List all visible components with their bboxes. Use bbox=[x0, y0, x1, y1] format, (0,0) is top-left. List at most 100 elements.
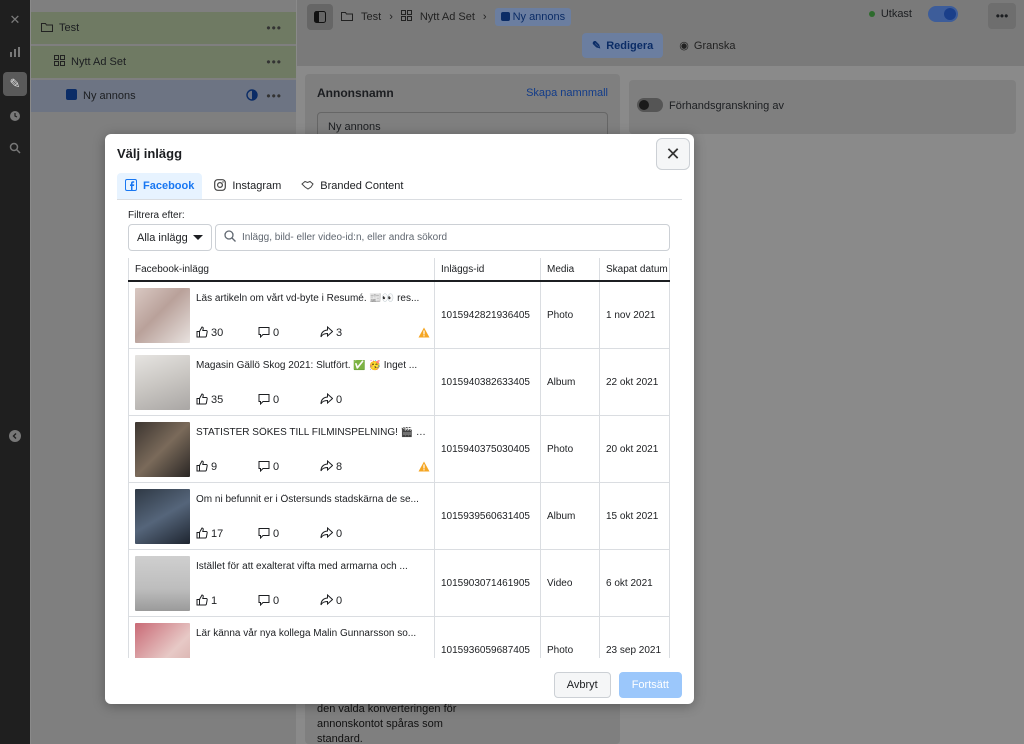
table-row[interactable]: Lär känna vår nya kollega Malin Gunnarss… bbox=[128, 617, 670, 658]
tree-item-adset[interactable]: Nytt Ad Set ••• bbox=[31, 46, 296, 78]
shares-count: 3 bbox=[336, 327, 343, 339]
post-text: Istället för att exalterat vifta med arm… bbox=[196, 560, 408, 572]
likes-count: 1 bbox=[211, 595, 218, 607]
comments-count: 0 bbox=[273, 327, 280, 339]
search-input[interactable] bbox=[242, 232, 642, 243]
left-rail: ✕ ✎ bbox=[0, 0, 30, 744]
breadcrumb-ad[interactable]: Ny annons bbox=[494, 8, 572, 26]
grid-icon bbox=[400, 10, 412, 24]
ad-icon bbox=[500, 12, 510, 21]
post-text: STATISTER SÖKES TILL FILMINSPELNING! 🎬 F… bbox=[196, 426, 428, 438]
post-info: Läs artikeln om vårt vd-byte i Resumé. 📰… bbox=[196, 288, 430, 343]
close-button[interactable]: ✕ bbox=[656, 138, 690, 170]
publish-toggle[interactable] bbox=[928, 6, 958, 22]
comment-icon bbox=[258, 326, 270, 341]
share-icon bbox=[320, 459, 334, 475]
table-header: Facebook-inlägg Inläggs-id Media Skapat … bbox=[128, 258, 670, 282]
eye-icon: ◉ bbox=[679, 40, 689, 52]
preview-toggle-label: Förhandsgranskning av bbox=[669, 100, 784, 112]
facebook-icon bbox=[125, 178, 137, 194]
date-cell: 6 okt 2021 bbox=[600, 550, 670, 616]
breadcrumb-campaign[interactable]: Test bbox=[361, 11, 381, 23]
tab-branded-content[interactable]: Branded Content bbox=[293, 173, 411, 199]
post-text: Magasin Gällö Skog 2021: Slutfört. ✅ 🥳 I… bbox=[196, 359, 418, 371]
status-indicator: Utkast bbox=[868, 6, 958, 22]
status-label: Utkast bbox=[880, 8, 912, 20]
table-row[interactable]: Istället för att exalterat vifta med arm… bbox=[128, 550, 670, 617]
column-header-id[interactable]: Inläggs-id bbox=[435, 258, 541, 280]
warning-icon[interactable] bbox=[418, 461, 430, 475]
date-cell: 23 sep 2021 bbox=[600, 617, 670, 658]
more-icon[interactable]: ••• bbox=[266, 55, 282, 69]
tree-item-campaign[interactable]: Test ••• bbox=[31, 12, 296, 44]
tree-item-label: Test bbox=[59, 22, 80, 34]
tab-facebook[interactable]: Facebook bbox=[117, 173, 203, 199]
dropdown-value: Alla inlägg bbox=[137, 231, 188, 244]
tab-edit[interactable]: ✎ Redigera bbox=[582, 33, 664, 58]
handshake-icon bbox=[301, 180, 314, 193]
tab-facebook-label: Facebook bbox=[143, 180, 195, 192]
tree-item-label: Ny annons bbox=[83, 90, 136, 102]
table-row[interactable]: Magasin Gällö Skog 2021: Slutfört. ✅ 🥳 I… bbox=[128, 349, 670, 416]
table-row[interactable]: Om ni befunnit er i Östersunds stadskärn… bbox=[128, 483, 670, 550]
warning-icon[interactable] bbox=[418, 327, 430, 341]
search-icon[interactable] bbox=[3, 136, 27, 160]
comments-count: 0 bbox=[273, 528, 280, 540]
post-id-cell: 1015936059687405 bbox=[435, 617, 541, 658]
more-icon[interactable]: ••• bbox=[266, 21, 282, 35]
close-icon[interactable]: ✕ bbox=[3, 8, 27, 32]
table-row[interactable]: STATISTER SÖKES TILL FILMINSPELNING! 🎬 F… bbox=[128, 416, 670, 483]
comments-metric: 0 bbox=[258, 326, 320, 341]
clock-icon[interactable] bbox=[3, 104, 27, 128]
post-info: Om ni befunnit er i Östersunds stadskärn… bbox=[196, 489, 428, 544]
search-icon bbox=[224, 230, 236, 245]
tab-review[interactable]: ◉ Granska bbox=[669, 33, 745, 58]
preview-card: Förhandsgranskning av bbox=[629, 80, 1016, 134]
likes-count: 17 bbox=[211, 528, 224, 540]
comment-icon bbox=[258, 393, 270, 408]
pencil-icon[interactable]: ✎ bbox=[3, 72, 27, 96]
likes-metric: 1 bbox=[196, 593, 258, 609]
table-row[interactable]: Läs artikeln om vårt vd-byte i Resumé. 📰… bbox=[128, 282, 670, 349]
chevron-left-icon[interactable] bbox=[3, 424, 27, 448]
folder-icon bbox=[341, 11, 353, 24]
panel-toggle-icon[interactable] bbox=[307, 4, 333, 30]
pencil-icon: ✎ bbox=[592, 40, 602, 52]
column-header-date[interactable]: Skapat datum bbox=[600, 258, 670, 280]
post-cell: Magasin Gällö Skog 2021: Slutfört. ✅ 🥳 I… bbox=[128, 349, 435, 415]
comments-metric: 0 bbox=[258, 594, 320, 609]
post-filter-dropdown[interactable]: Alla inlägg bbox=[128, 224, 212, 251]
post-text: Om ni befunnit er i Östersunds stadskärn… bbox=[196, 493, 419, 505]
cancel-button[interactable]: Avbryt bbox=[553, 672, 611, 698]
post-search bbox=[215, 224, 670, 251]
shares-count: 0 bbox=[336, 394, 343, 406]
comments-metric: 0 bbox=[258, 527, 320, 542]
media-cell: Photo bbox=[541, 416, 600, 482]
breadcrumb-adset[interactable]: Nytt Ad Set bbox=[420, 11, 475, 23]
create-name-template-link[interactable]: Skapa namnmall bbox=[526, 87, 608, 99]
shares-metric: 0 bbox=[320, 593, 382, 609]
more-options-button[interactable]: ••• bbox=[988, 3, 1016, 29]
column-header-post[interactable]: Facebook-inlägg bbox=[128, 258, 435, 280]
column-header-media[interactable]: Media bbox=[541, 258, 600, 280]
tree-item-ad[interactable]: Ny annons ••• bbox=[31, 80, 296, 112]
tab-review-label: Granska bbox=[693, 39, 736, 52]
breadcrumb-ad-label: Ny annons bbox=[512, 11, 566, 23]
tab-instagram-label: Instagram bbox=[232, 180, 282, 192]
post-id-cell: 1015940382633405 bbox=[435, 349, 541, 415]
bar-chart-icon[interactable] bbox=[3, 40, 27, 64]
close-icon: ✕ bbox=[665, 143, 681, 164]
share-icon bbox=[320, 325, 334, 341]
select-post-dialog: Välj inlägg ✕ Facebook Instagram Branded… bbox=[105, 134, 694, 704]
source-tabs: Facebook Instagram Branded Content bbox=[117, 173, 682, 200]
chevron-right-icon: › bbox=[482, 11, 487, 23]
preview-toggle[interactable] bbox=[637, 98, 663, 112]
shares-metric: 3 bbox=[320, 325, 382, 341]
editor-topbar: Test › Nytt Ad Set › Ny annons Utkast ••… bbox=[297, 0, 1024, 66]
more-icon[interactable]: ••• bbox=[266, 89, 282, 103]
continue-button[interactable]: Fortsätt bbox=[618, 672, 682, 698]
shares-count: 8 bbox=[336, 461, 343, 473]
post-metrics: 30 0 3 bbox=[196, 325, 382, 341]
post-info: Lär känna vår nya kollega Malin Gunnarss… bbox=[196, 623, 428, 659]
tab-instagram[interactable]: Instagram bbox=[206, 173, 289, 199]
